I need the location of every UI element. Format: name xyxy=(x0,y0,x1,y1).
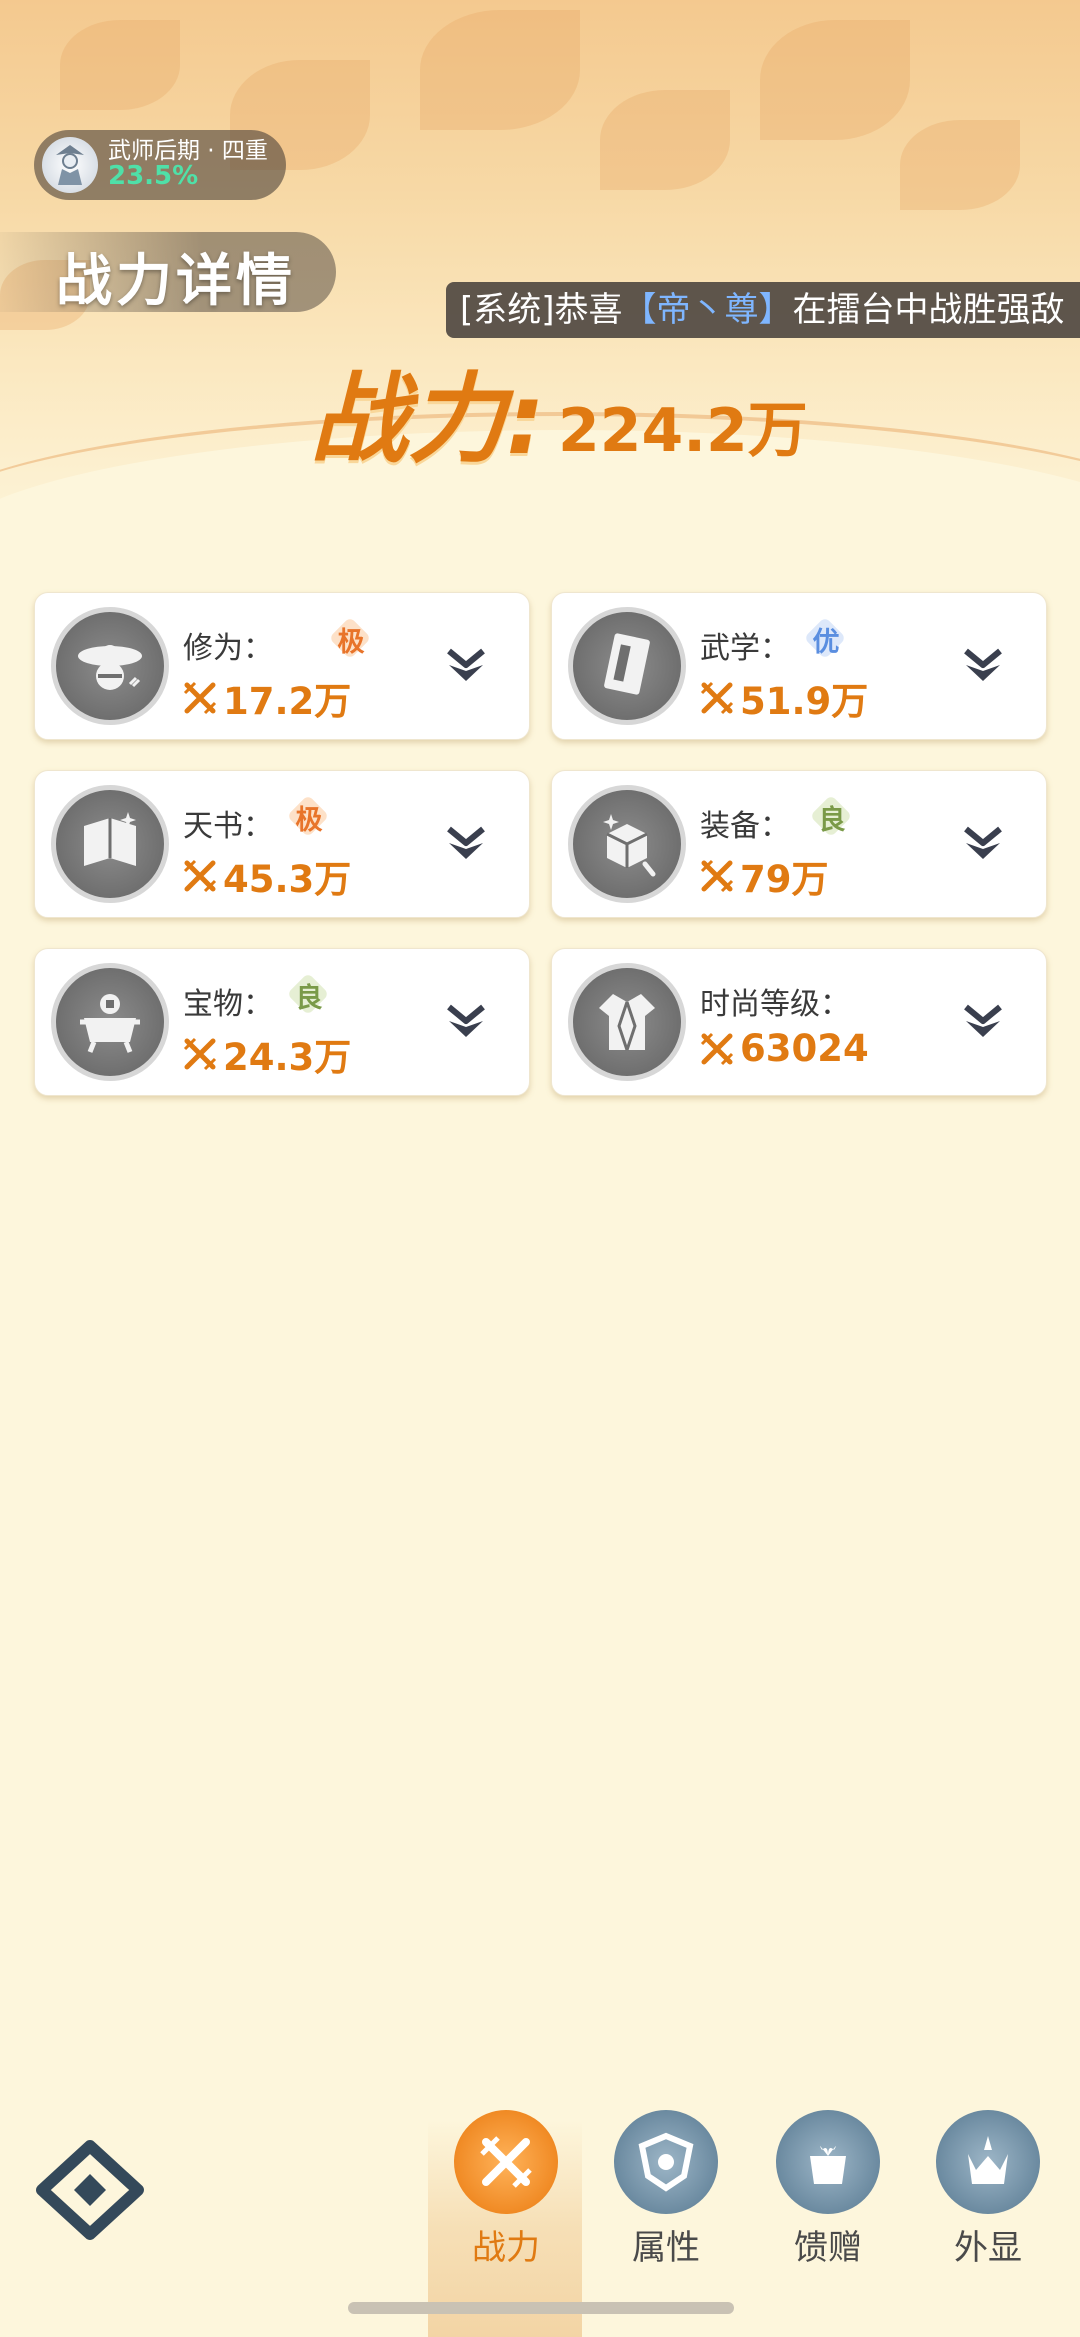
crossed-swords-icon xyxy=(700,681,734,715)
grade-badge: 良 xyxy=(812,797,852,837)
nav-label: 战力 xyxy=(472,2228,540,2268)
leaf-decoration xyxy=(900,120,1020,210)
power-label: 战力: xyxy=(310,363,546,477)
card-equipment[interactable]: 装备： 良 79万 xyxy=(551,770,1047,918)
nav-tab-gifts[interactable]: 馈赠 xyxy=(768,2110,888,2268)
hermit-hat-icon xyxy=(51,607,169,725)
crossed-swords-icon xyxy=(454,2110,558,2214)
grade-text: 良 xyxy=(818,804,846,836)
rank-progress: 23.5% xyxy=(108,161,199,192)
card-treasure[interactable]: 宝物： 良 24.3万 xyxy=(34,948,530,1096)
grade-text: 极 xyxy=(337,626,365,658)
leaf-decoration xyxy=(760,20,910,140)
leaf-decoration xyxy=(60,20,180,110)
chevron-down-icon[interactable] xyxy=(441,821,491,867)
card-cultivation[interactable]: 修为： 极 17.2万 xyxy=(34,592,530,740)
card-label: 装备： xyxy=(700,809,790,844)
chevron-down-icon[interactable] xyxy=(958,643,1008,689)
menu-icon[interactable] xyxy=(34,2140,146,2240)
card-power: 79万 xyxy=(700,849,829,903)
ticker-suffix: 在擂台中战胜强敌 xyxy=(792,290,1065,330)
crossed-swords-icon xyxy=(183,681,217,715)
equipment-box-icon xyxy=(568,785,686,903)
card-label: 天书： xyxy=(183,809,273,844)
card-value: 51.9万 xyxy=(740,680,869,723)
card-power: 24.3万 xyxy=(183,1027,351,1081)
rank-avatar xyxy=(42,137,98,193)
card-value: 45.3万 xyxy=(223,858,352,901)
card-power: 17.2万 xyxy=(183,671,351,725)
grade-badge: 极 xyxy=(331,619,371,659)
rank-chip[interactable]: 武师后期 · 四重 23.5% xyxy=(34,130,286,200)
power-value: 224.2万 xyxy=(558,396,808,466)
cultivator-icon xyxy=(56,145,84,185)
card-martial-arts[interactable]: 武学： 优 51.9万 xyxy=(551,592,1047,740)
grade-text: 优 xyxy=(812,626,840,658)
grade-badge: 优 xyxy=(806,619,846,659)
treasure-cauldron-icon xyxy=(51,963,169,1081)
crossed-swords-icon xyxy=(700,859,734,893)
card-value: 17.2万 xyxy=(223,680,352,723)
crossed-swords-icon xyxy=(700,1032,734,1065)
gift-icon xyxy=(776,2110,880,2214)
grade-text: 极 xyxy=(295,804,323,836)
chevron-down-icon[interactable] xyxy=(958,999,1008,1045)
chevron-down-icon[interactable] xyxy=(441,999,491,1045)
grade-badge: 极 xyxy=(289,797,329,837)
nav-label: 外显 xyxy=(954,2228,1022,2268)
nav-label: 属性 xyxy=(632,2228,700,2268)
crossed-swords-icon xyxy=(183,859,217,893)
home-indicator[interactable] xyxy=(348,2302,734,2314)
grade-badge: 良 xyxy=(289,975,329,1015)
chevron-down-icon[interactable] xyxy=(441,643,491,689)
page-title: 战力详情 xyxy=(56,249,296,314)
rank-text: 武师后期 · 四重 23.5% xyxy=(108,139,268,190)
card-label: 宝物： xyxy=(183,987,273,1022)
card-fashion-level[interactable]: 时尚等级： 63024 xyxy=(551,948,1047,1096)
nav-tab-appearance[interactable]: 外显 xyxy=(928,2110,1048,2268)
leaf-decoration xyxy=(600,90,730,190)
rank-name: 武师后期 · 四重 xyxy=(108,138,268,165)
card-value: 79万 xyxy=(740,858,829,901)
card-label: 修为： xyxy=(183,631,273,666)
nav-tab-power[interactable]: 战力 xyxy=(446,2110,566,2268)
card-power: 51.9万 xyxy=(700,671,868,725)
card-heavenly-book[interactable]: 天书： 极 45.3万 xyxy=(34,770,530,918)
fashion-robe-icon xyxy=(568,963,686,1081)
martial-manual-icon xyxy=(568,607,686,725)
grade-text: 良 xyxy=(295,982,323,1014)
appearance-crown-icon xyxy=(936,2110,1040,2214)
card-power: 63024 xyxy=(700,1027,869,1070)
nav-label: 馈赠 xyxy=(794,2228,862,2268)
heavenly-book-icon xyxy=(51,785,169,903)
attribute-shield-icon xyxy=(614,2110,718,2214)
card-label: 武学： xyxy=(700,631,790,666)
card-value: 24.3万 xyxy=(223,1036,352,1079)
leaf-decoration xyxy=(420,10,580,130)
crossed-swords-icon xyxy=(183,1037,217,1071)
ticker-prefix: [系统]恭喜 xyxy=(460,290,623,330)
ticker-player: 【帝丶尊】 xyxy=(622,290,793,330)
card-label: 时尚等级： xyxy=(700,987,850,1022)
nav-tab-attributes[interactable]: 属性 xyxy=(606,2110,726,2268)
card-value: 63024 xyxy=(740,1027,869,1070)
system-ticker: [系统]恭喜【帝丶尊】在擂台中战胜强敌 xyxy=(446,282,1080,338)
card-power: 45.3万 xyxy=(183,849,351,903)
chevron-down-icon[interactable] xyxy=(958,821,1008,867)
